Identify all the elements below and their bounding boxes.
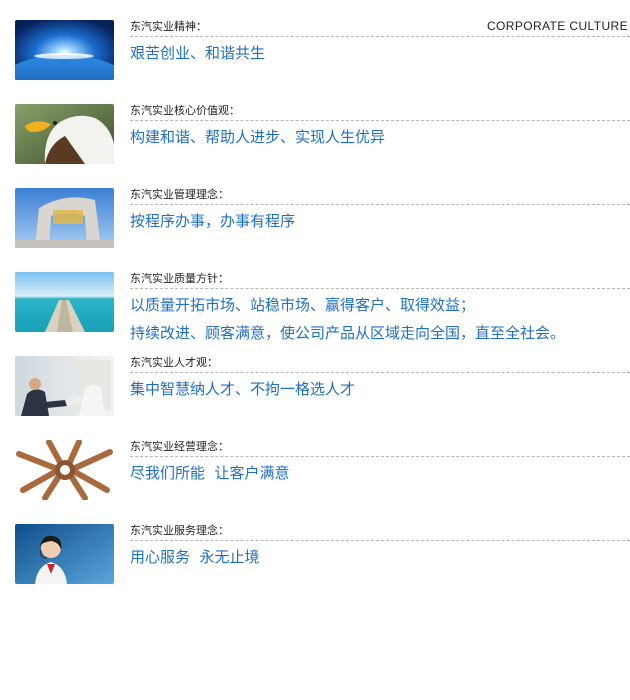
section-text: 用心服务 永无止境: [130, 548, 260, 566]
section-label: 东汽实业精神：: [130, 20, 630, 37]
service-agent-image: [15, 524, 114, 584]
section-text: 以质量开拓市场、站稳市场、赢得客户、取得效益；: [130, 296, 476, 314]
section-label: 东汽实业经营理念：: [130, 440, 630, 457]
section-label: 东汽实业核心价值观：: [130, 104, 630, 121]
section-text: 持续改进、顾客满意，使公司产品从区域走向全国，直至全社会。: [130, 324, 566, 342]
section-text: 构建和谐、帮助人进步、实现人生优异: [130, 128, 386, 146]
ocean-pier-image: [15, 272, 114, 332]
handshake-image: [15, 356, 114, 416]
section-label: 东汽实业人才观：: [130, 356, 630, 373]
section-label: 东汽实业服务理念：: [130, 524, 630, 541]
earth-sunrise-image: [15, 20, 114, 80]
section-text: 艰苦创业、和谐共生: [130, 44, 266, 62]
eagle-image: [15, 104, 114, 164]
section-label: 东汽实业质量方针：: [130, 272, 630, 289]
section-text: 集中智慧纳人才、不拘一格选人才: [130, 380, 356, 398]
arch-building-image: [15, 188, 114, 248]
section-text: 按程序办事，办事有程序: [130, 212, 296, 230]
linked-hands-image: [15, 440, 114, 500]
section-text: 尽我们所能 让客户满意: [130, 464, 290, 482]
section-label: 东汽实业管理理念：: [130, 188, 630, 205]
